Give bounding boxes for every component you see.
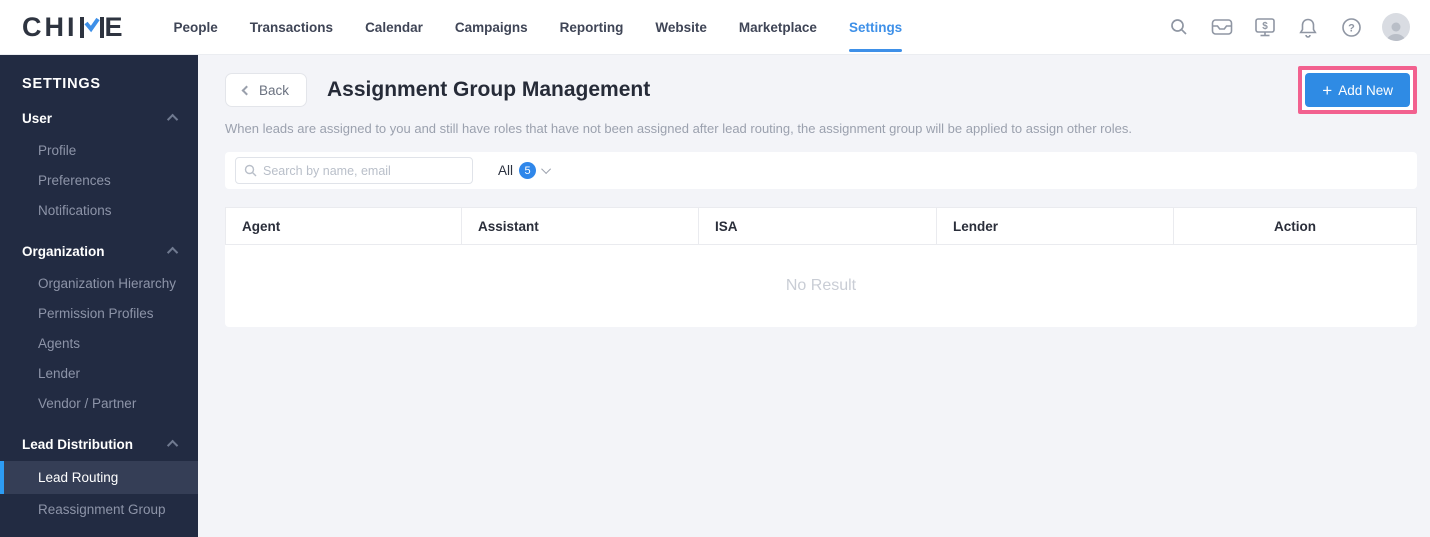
sidebar-item-preferences[interactable]: Preferences [0, 165, 198, 195]
sidebar-section-label: Organization [22, 243, 105, 259]
nav-item-website[interactable]: Website [639, 0, 723, 55]
sidebar-item-permission-profiles[interactable]: Permission Profiles [0, 298, 198, 328]
chevron-up-icon [166, 113, 179, 126]
column-header-action: Action [1274, 218, 1316, 234]
navbar-icons: $ ? [1167, 13, 1410, 41]
column-header-assistant: Assistant [462, 208, 699, 244]
sidebar-title: SETTINGS [22, 76, 101, 92]
chime-logo-text-prefix: CHI [22, 11, 78, 42]
table-empty-state: No Result [225, 245, 1417, 327]
search-input[interactable] [263, 163, 464, 178]
sidebar-item-lead-routing[interactable]: Lead Routing [0, 461, 198, 494]
page-title: Assignment Group Management [327, 78, 651, 101]
search-field-wrapper [235, 157, 473, 184]
notifications-icon[interactable] [1296, 15, 1320, 39]
sidebar-section-organization[interactable]: Organization [0, 234, 198, 268]
chime-logo-m-icon [79, 16, 104, 38]
add-new-button-label: Add New [1338, 82, 1393, 98]
chevron-down-icon [541, 164, 552, 175]
top-navbar: CHI E People Transactions Calendar Campa… [0, 0, 1430, 55]
help-icon[interactable]: ? [1339, 15, 1363, 39]
sidebar-section-label: User [22, 110, 53, 126]
assignment-group-table: Agent Assistant ISA Lender Action No Res… [225, 207, 1417, 327]
table-header-row: Agent Assistant ISA Lender Action [225, 207, 1417, 245]
sidebar-section-label: Lead Distribution [22, 436, 133, 452]
inbox-icon[interactable] [1210, 15, 1234, 39]
sidebar-section-lead-distribution[interactable]: Lead Distribution [0, 427, 198, 461]
column-header-lender: Lender [937, 208, 1174, 244]
app-window: CHI E People Transactions Calendar Campa… [0, 0, 1430, 537]
chime-logo[interactable]: CHI E [22, 12, 126, 43]
search-icon [244, 164, 257, 177]
svg-text:?: ? [1348, 22, 1355, 34]
back-button-label: Back [259, 82, 290, 98]
nav-item-marketplace[interactable]: Marketplace [723, 0, 833, 55]
chevron-up-icon [166, 439, 179, 452]
chime-logo-text-suffix: E [104, 11, 126, 42]
sidebar-item-profile[interactable]: Profile [0, 135, 198, 165]
main-content: Back Assignment Group Management + Add N… [198, 55, 1430, 537]
svg-text:$: $ [1262, 21, 1268, 32]
filter-bar: All 5 [225, 152, 1417, 189]
sidebar-item-notifications[interactable]: Notifications [0, 195, 198, 225]
sidebar-item-vendor-partner[interactable]: Vendor / Partner [0, 388, 198, 418]
add-new-button[interactable]: + Add New [1305, 73, 1410, 107]
sidebar-section-user[interactable]: User [0, 101, 198, 135]
nav-item-calendar[interactable]: Calendar [349, 0, 439, 55]
nav-item-settings[interactable]: Settings [833, 0, 918, 55]
filter-count-badge: 5 [519, 162, 537, 179]
role-filter-dropdown[interactable]: All 5 [498, 162, 552, 179]
billing-icon[interactable]: $ [1253, 15, 1277, 39]
column-header-isa: ISA [699, 208, 937, 244]
filter-label: All [498, 163, 514, 178]
search-icon[interactable] [1167, 15, 1191, 39]
nav-item-transactions[interactable]: Transactions [234, 0, 349, 55]
settings-sidebar: SETTINGS User Profile Preferences Notifi… [0, 55, 198, 537]
no-result-text: No Result [785, 277, 857, 294]
sidebar-item-lender[interactable]: Lender [0, 358, 198, 388]
user-avatar[interactable] [1382, 13, 1410, 41]
chevron-up-icon [166, 246, 179, 259]
sidebar-item-agents[interactable]: Agents [0, 328, 198, 358]
nav-item-people[interactable]: People [158, 0, 234, 55]
main-menu: People Transactions Calendar Campaigns R… [158, 0, 919, 55]
back-button[interactable]: Back [225, 73, 308, 107]
column-header-agent: Agent [226, 208, 462, 244]
nav-item-campaigns[interactable]: Campaigns [439, 0, 544, 55]
sidebar-item-organization-hierarchy[interactable]: Organization Hierarchy [0, 268, 198, 298]
nav-item-reporting[interactable]: Reporting [544, 0, 640, 55]
page-description: When leads are assigned to you and still… [225, 121, 1132, 136]
sidebar-item-reassignment-group[interactable]: Reassignment Group [0, 494, 198, 524]
chevron-left-icon [241, 85, 252, 95]
highlight-annotation: + Add New [1298, 66, 1417, 114]
plus-icon: + [1322, 80, 1333, 100]
